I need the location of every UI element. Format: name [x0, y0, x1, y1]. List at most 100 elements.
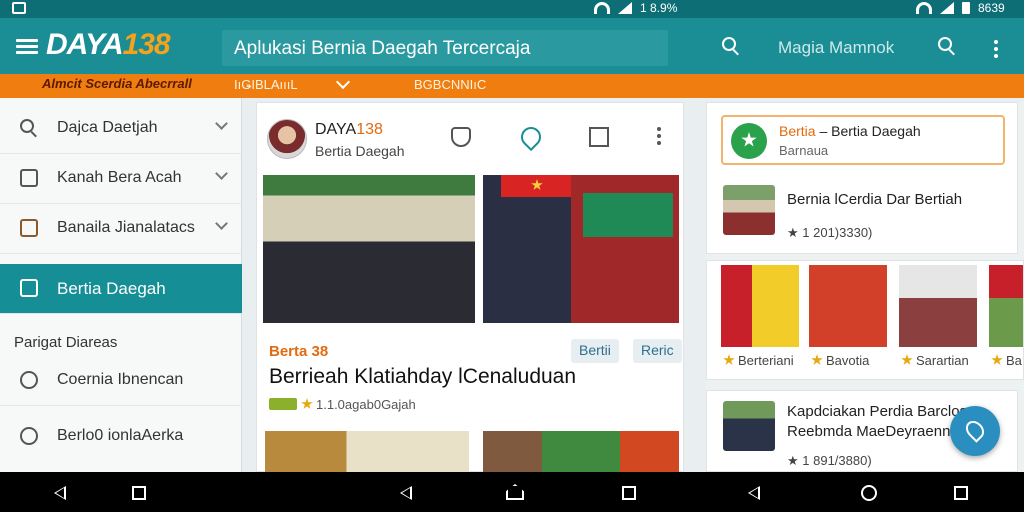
highlight-title-text: – Bertia Daegah — [819, 123, 921, 139]
status-cluster-right: 8639 — [916, 1, 1005, 15]
search-input[interactable]: Magia Mamnok — [778, 38, 894, 58]
source-name-number: 138 — [356, 121, 383, 138]
article-meta: 1.1.0agab0Gajah — [269, 397, 416, 412]
share-icon[interactable] — [451, 127, 471, 147]
chevron-down-icon[interactable] — [215, 117, 228, 130]
search-icon[interactable] — [722, 37, 740, 56]
chevron-down-icon[interactable] — [215, 167, 228, 180]
wifi-icon — [594, 2, 610, 14]
tagline: Almcit Scerdia Abecrrall — [42, 76, 192, 91]
sub-tab-2[interactable]: BGBCNNIıC — [414, 77, 486, 92]
logo-number: 138 — [122, 28, 171, 61]
strip-caption: Ba — [991, 353, 1023, 368]
location-icon — [962, 417, 988, 443]
news-photo-2[interactable] — [483, 175, 679, 323]
sign-image — [583, 193, 673, 237]
back-icon[interactable] — [400, 486, 412, 500]
chevron-down-icon[interactable] — [215, 217, 228, 230]
status-time: 8639 — [978, 1, 1005, 15]
strip-caption: Berteriani — [723, 353, 794, 368]
smile-icon — [20, 427, 38, 445]
strip-image-2[interactable] — [809, 265, 887, 347]
star-badge-icon — [731, 123, 767, 159]
system-nav-bar — [0, 472, 1024, 512]
home-icon[interactable] — [506, 484, 524, 500]
news-thumbnail[interactable] — [723, 185, 775, 235]
news-item-title[interactable]: Bernia lCerdia Dar Bertiah — [787, 191, 962, 208]
drawer-item-6[interactable]: Berlo0 ionlaAerka — [0, 412, 242, 462]
source-subtitle: Bertia Daegah — [315, 143, 405, 159]
drawer-item-3[interactable]: Banaila Jianalatacs — [0, 204, 242, 254]
news-icon — [20, 279, 38, 297]
star-icon — [723, 354, 735, 365]
chip-2[interactable]: Reric — [633, 339, 682, 363]
folder-icon — [20, 219, 38, 237]
location-icon[interactable] — [516, 122, 546, 152]
highlight-banner[interactable]: Bertia – Bertia Daegah Barnaua — [721, 115, 1005, 165]
badge-icon — [269, 398, 297, 410]
source-name[interactable]: DAYA138 — [315, 121, 383, 139]
strip-caption-text: Ba — [1006, 353, 1022, 368]
strip-image-3[interactable] — [899, 265, 977, 347]
news-thumbnail[interactable] — [723, 401, 775, 451]
article-tag: Berta 38 — [269, 343, 329, 360]
news-item-title-line-2[interactable]: Reebmda MaeDeyraenn — [787, 423, 950, 440]
drawer-item-active[interactable]: Bertia Daegah — [0, 264, 242, 314]
signal-icon — [940, 2, 954, 14]
highlight-title: Bertia – Bertia Daegah — [779, 123, 921, 139]
strip-caption: Sarartian — [901, 353, 969, 368]
article-title[interactable]: Berrieah Klatiahday lCenaluduan — [269, 365, 576, 389]
star-icon — [991, 354, 1003, 365]
strip-caption-text: Sarartian — [916, 353, 969, 368]
source-name-text: DAYA — [315, 121, 357, 138]
news-feed-card: DAYA138 Bertia Daegah Berta 38 Bertii Re… — [256, 102, 684, 473]
image-strip: Berteriani Bavotia Sarartian Ba — [706, 260, 1024, 380]
highlight-card: Bertia – Bertia Daegah Barnaua Bernia lC… — [706, 102, 1018, 254]
status-cluster-mid: 1 8.9% — [594, 1, 677, 15]
highlight-subtitle: Barnaua — [779, 143, 829, 158]
recent-apps-icon[interactable] — [954, 486, 968, 500]
drawer-item-label: Kanah Bera Acah — [57, 169, 182, 186]
drawer-item-label: Coernia Ibnencan — [57, 371, 184, 388]
drawer-item-2[interactable]: Kanah Bera Acah — [0, 154, 242, 204]
back-icon[interactable] — [54, 486, 66, 500]
news-photo-1[interactable] — [263, 175, 475, 323]
signal-icon — [618, 2, 632, 14]
home-icon[interactable] — [861, 485, 877, 501]
location-fab-button[interactable] — [950, 406, 1000, 456]
news-photo-4[interactable] — [483, 431, 679, 473]
news-item-title-line-1[interactable]: Kapdciakan Perdia Barclos — [787, 403, 967, 420]
strip-image-4[interactable] — [989, 265, 1023, 347]
app-title: Aplukasi Bernia Daegah Tercercaja — [234, 38, 531, 59]
image-icon[interactable] — [589, 127, 609, 147]
calendar-icon — [20, 169, 38, 187]
drawer-item-5[interactable]: Coernia Ibnencan — [0, 356, 242, 406]
back-icon[interactable] — [748, 486, 760, 500]
search-icon — [20, 119, 38, 138]
more-options-icon[interactable] — [657, 127, 661, 148]
app-title-box: Aplukasi Bernia Daegah Tercercaja — [222, 30, 668, 66]
sub-tab-1[interactable]: IıǤIBLAıııL — [234, 77, 298, 92]
more-options-icon[interactable] — [994, 40, 998, 61]
chevron-down-icon[interactable] — [335, 74, 351, 90]
strip-image-1[interactable] — [721, 265, 799, 347]
drawer-item-label: Banaila Jianalatacs — [57, 219, 195, 236]
avatar[interactable] — [267, 119, 307, 159]
flag-image — [501, 175, 571, 197]
status-bar: 1 8.9% 8639 — [0, 0, 1024, 18]
search-icon[interactable] — [938, 37, 956, 56]
chip-1[interactable]: Bertii — [571, 339, 619, 363]
strip-caption-text: Bavotia — [826, 353, 870, 368]
drawer-item-label: Berlo0 ionlaAerka — [57, 427, 184, 444]
hamburger-menu-icon[interactable] — [16, 39, 38, 55]
search-icon — [20, 371, 38, 389]
highlight-title-accent: Bertia — [779, 123, 816, 139]
recent-apps-icon[interactable] — [132, 486, 146, 500]
logo-text: DAYA — [46, 28, 124, 61]
news-photo-3[interactable] — [265, 431, 469, 473]
news-item-meta: ★ 1 201)3330) — [787, 225, 873, 240]
navigation-drawer: Dajca Daetjah Kanah Bera Acah Banaila Ji… — [0, 98, 242, 472]
recent-apps-icon[interactable] — [622, 486, 636, 500]
drawer-item-1[interactable]: Dajca Daetjah — [0, 104, 242, 154]
app-logo[interactable]: DAYA138 — [46, 28, 171, 62]
